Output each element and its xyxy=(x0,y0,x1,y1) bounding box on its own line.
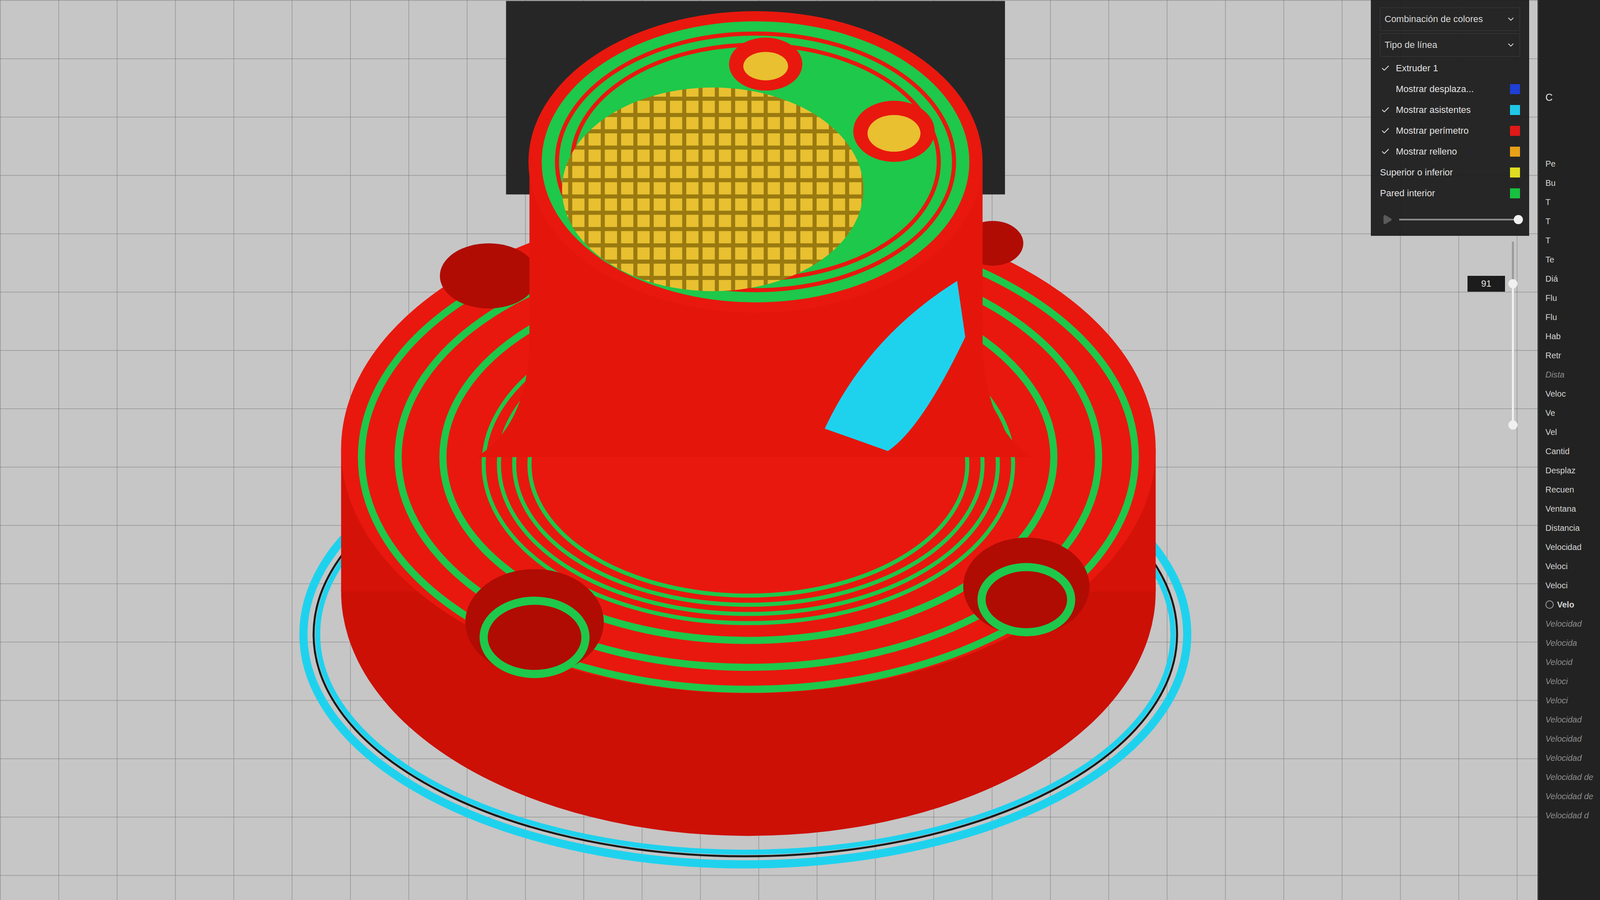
legend-item[interactable]: Mostrar desplaza... xyxy=(1380,80,1520,99)
legend-item[interactable]: Extruder 1 xyxy=(1380,59,1520,78)
color-swatch xyxy=(1510,105,1520,115)
setting-row[interactable]: Bu xyxy=(1545,173,1598,193)
setting-row[interactable]: Pe xyxy=(1545,154,1598,174)
setting-row[interactable]: Veloci xyxy=(1545,575,1598,595)
setting-row[interactable]: Velocidad xyxy=(1545,710,1598,730)
setting-row[interactable]: T xyxy=(1545,211,1598,231)
setting-row[interactable]: Velo xyxy=(1545,595,1598,615)
layer-view-model[interactable] xyxy=(0,0,1538,900)
setting-row[interactable]: Velocidad xyxy=(1545,614,1598,634)
legend-item: Superior o inferior xyxy=(1380,163,1520,182)
setting-row[interactable]: Veloci xyxy=(1545,671,1598,691)
setting-row[interactable]: Desplaz xyxy=(1545,460,1598,480)
legend-item[interactable]: Mostrar relleno xyxy=(1380,142,1520,161)
setting-row[interactable]: Velocidad xyxy=(1545,748,1598,768)
setting-row[interactable]: Flu xyxy=(1545,307,1598,327)
legend-checkbox[interactable] xyxy=(1380,83,1391,95)
check-icon xyxy=(1380,126,1390,136)
legend-item: Pared interior xyxy=(1380,184,1520,203)
setting-row[interactable]: Vel xyxy=(1545,422,1598,442)
play-icon[interactable] xyxy=(1381,214,1393,225)
setting-row[interactable]: Flu xyxy=(1545,288,1598,308)
playback-row xyxy=(1380,205,1520,227)
setting-row[interactable]: Ventana xyxy=(1545,499,1598,519)
setting-row[interactable]: Velocidad de xyxy=(1545,786,1598,806)
lower-layer-handle[interactable] xyxy=(1508,420,1518,430)
setting-row[interactable]: Hab xyxy=(1545,326,1598,346)
setting-row[interactable]: Te xyxy=(1545,250,1598,270)
legend-item[interactable]: Mostrar asistentes xyxy=(1380,100,1520,120)
legend-checkbox[interactable] xyxy=(1380,125,1391,137)
slider-handle[interactable] xyxy=(1513,215,1523,225)
playback-slider[interactable] xyxy=(1399,218,1519,221)
color-swatch xyxy=(1510,125,1520,136)
legend-checkbox[interactable] xyxy=(1380,62,1391,74)
support-structure xyxy=(824,280,965,451)
legend-item[interactable]: Mostrar perímetro xyxy=(1380,121,1520,140)
color-swatch xyxy=(1510,84,1520,95)
setting-row[interactable]: Veloci xyxy=(1545,690,1598,710)
check-icon xyxy=(1380,63,1390,73)
setting-row[interactable]: Distancia xyxy=(1545,518,1598,538)
check-icon xyxy=(1380,147,1390,157)
slicer-window: Combinación de coloresTipo de línea Extru… xyxy=(0,0,1600,900)
color-swatch xyxy=(1510,146,1520,157)
setting-row[interactable]: Ve xyxy=(1545,403,1598,423)
settings-heading: C xyxy=(1545,91,1598,155)
setting-row[interactable]: Diá xyxy=(1545,269,1598,289)
setting-row[interactable]: Velocida xyxy=(1545,633,1598,653)
setting-row[interactable]: Velocidad de xyxy=(1545,767,1598,787)
chevron-down-icon xyxy=(1506,40,1516,50)
setting-row[interactable]: Dista xyxy=(1545,365,1598,385)
settings-panel: CPeBuTTTTeDiáFluFluHabRetrDistaVelocVeVe… xyxy=(1537,0,1600,900)
setting-row[interactable]: Veloc xyxy=(1545,384,1598,404)
legend-checkbox[interactable] xyxy=(1380,104,1391,116)
setting-row[interactable]: Cantid xyxy=(1545,441,1598,461)
color-scheme-dropdown[interactable]: Combinación de colores xyxy=(1380,7,1520,31)
chevron-down-icon xyxy=(1506,14,1516,24)
setting-row[interactable]: Veloci xyxy=(1545,556,1598,576)
view-legend: Combinación de coloresTipo de línea Extru… xyxy=(1370,0,1530,236)
setting-row[interactable]: Retr xyxy=(1545,345,1598,365)
setting-row[interactable]: Velocidad xyxy=(1545,537,1598,557)
setting-row[interactable]: T xyxy=(1545,192,1598,212)
layer-number[interactable]: 91 xyxy=(1467,275,1505,292)
column-top xyxy=(528,11,983,313)
layer-range xyxy=(1512,283,1515,425)
group-icon xyxy=(1545,600,1554,609)
line-type-dropdown[interactable]: Tipo de línea xyxy=(1380,33,1520,57)
setting-row[interactable]: Recuen xyxy=(1545,480,1598,500)
color-swatch xyxy=(1510,167,1520,178)
check-icon xyxy=(1380,105,1390,115)
setting-row[interactable]: Velocidad d xyxy=(1545,805,1598,825)
color-swatch xyxy=(1510,188,1520,199)
setting-row[interactable]: Velocidad xyxy=(1545,729,1598,749)
upper-layer-handle[interactable] xyxy=(1508,279,1518,289)
setting-row[interactable]: T xyxy=(1545,230,1598,250)
setting-row[interactable]: Velocid xyxy=(1545,652,1598,672)
legend-checkbox[interactable] xyxy=(1380,146,1391,158)
layer-slider[interactable]: 91 xyxy=(1506,241,1520,425)
build-plate-view[interactable]: Combinación de coloresTipo de línea Extru… xyxy=(0,0,1538,900)
